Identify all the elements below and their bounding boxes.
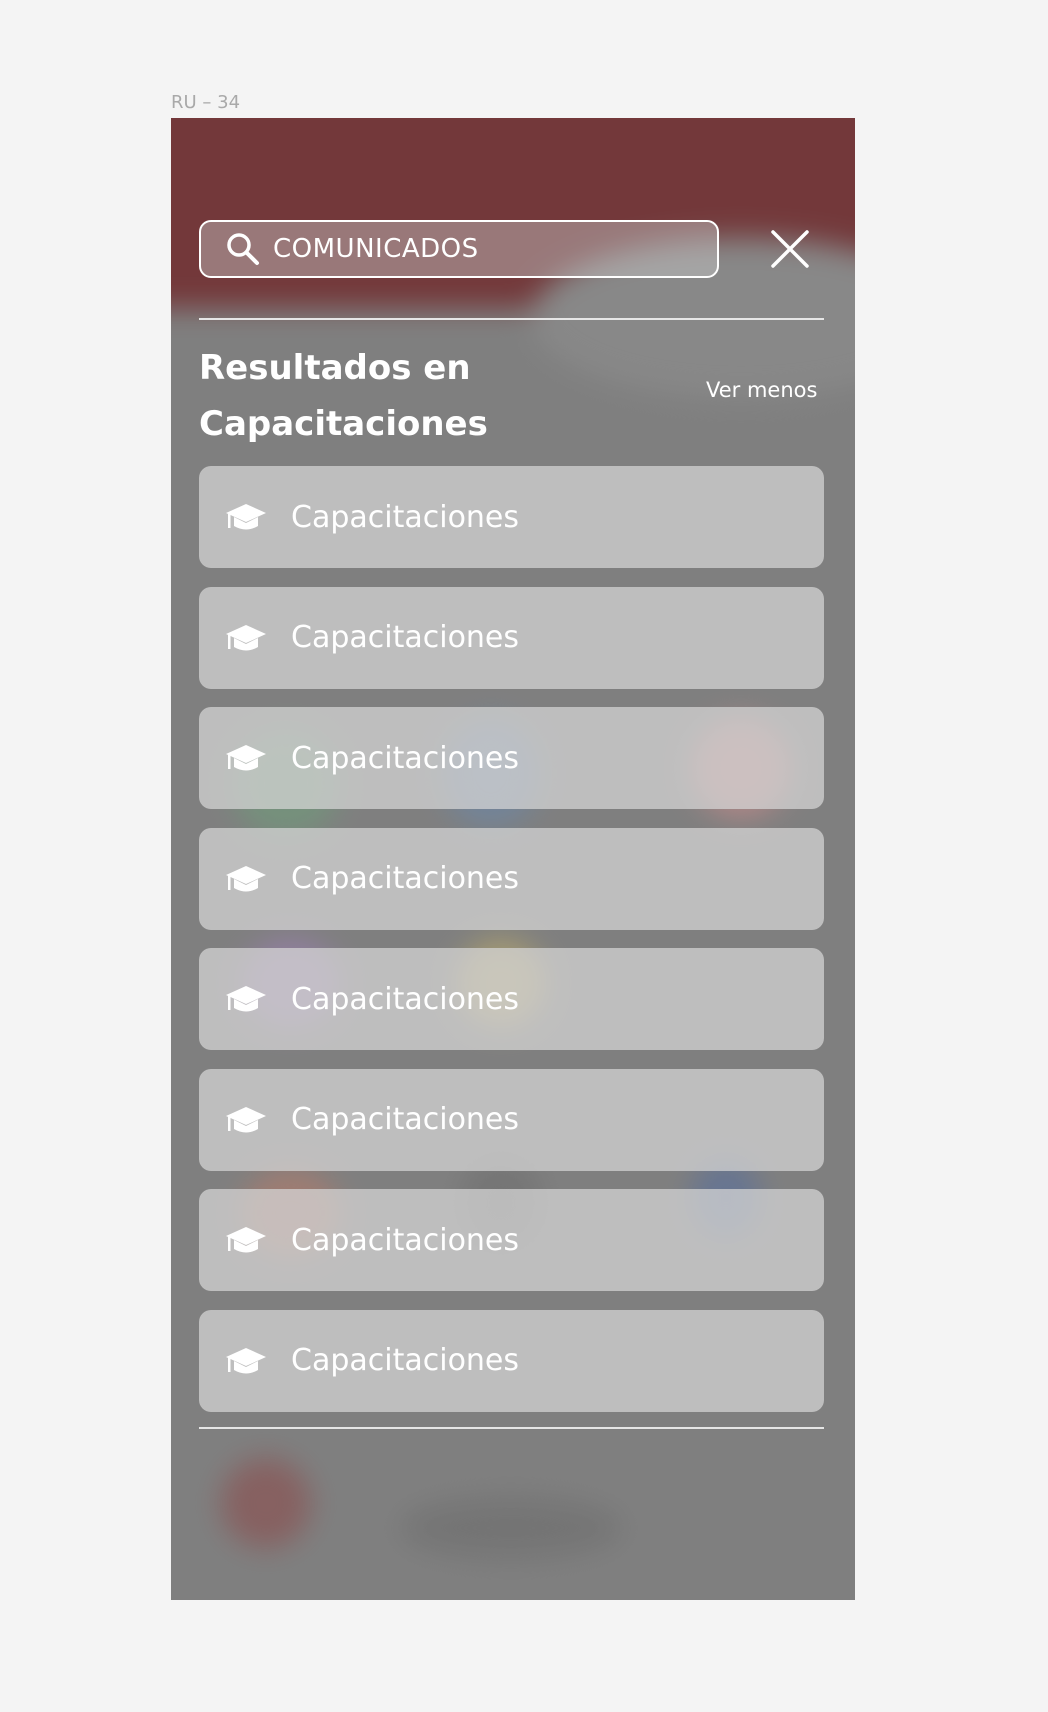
result-label: Capacitaciones [291, 1343, 520, 1378]
result-item[interactable]: Capacitaciones [199, 586, 824, 689]
result-item[interactable]: Capacitaciones [199, 466, 824, 568]
result-item[interactable]: Capacitaciones [199, 827, 824, 930]
result-label: Capacitaciones [291, 740, 520, 776]
graduation-cap-icon [226, 986, 266, 1012]
search-icon [227, 233, 259, 265]
result-label: Capacitaciones [291, 1222, 520, 1258]
search-input[interactable]: COMUNICADOS [199, 220, 719, 278]
result-item[interactable]: Capacitaciones [199, 948, 824, 1050]
top-divider [199, 318, 824, 320]
result-label: Capacitaciones [291, 620, 520, 655]
ver-menos-link[interactable]: Ver menos [706, 378, 817, 402]
bottom-divider [199, 1427, 824, 1429]
graduation-cap-icon [226, 1106, 266, 1132]
result-item[interactable]: Capacitaciones [199, 1309, 824, 1412]
frame-label: RU – 34 [171, 92, 241, 113]
result-item[interactable]: Capacitaciones [199, 707, 824, 809]
result-label: Capacitaciones [291, 981, 520, 1017]
graduation-cap-icon [226, 745, 266, 771]
result-label: Capacitaciones [291, 1102, 520, 1137]
graduation-cap-icon [226, 504, 266, 530]
result-item[interactable]: Capacitaciones [199, 1189, 824, 1291]
graduation-cap-icon [226, 1227, 266, 1253]
section-title: Resultados en Capacitaciones [199, 348, 488, 444]
result-label: Capacitaciones [291, 499, 520, 535]
graduation-cap-icon [226, 624, 266, 650]
graduation-cap-icon [226, 865, 266, 891]
results-list: Capacitaciones Capacitaciones Capacitaci… [199, 466, 824, 1430]
close-icon[interactable] [769, 228, 811, 270]
search-input-value: COMUNICADOS [273, 234, 479, 264]
result-item[interactable]: Capacitaciones [199, 1068, 824, 1171]
graduation-cap-icon [226, 1347, 266, 1373]
search-overlay-screen: COMUNICADOS Resultados en Capacitaciones… [171, 118, 855, 1600]
result-label: Capacitaciones [291, 861, 520, 896]
